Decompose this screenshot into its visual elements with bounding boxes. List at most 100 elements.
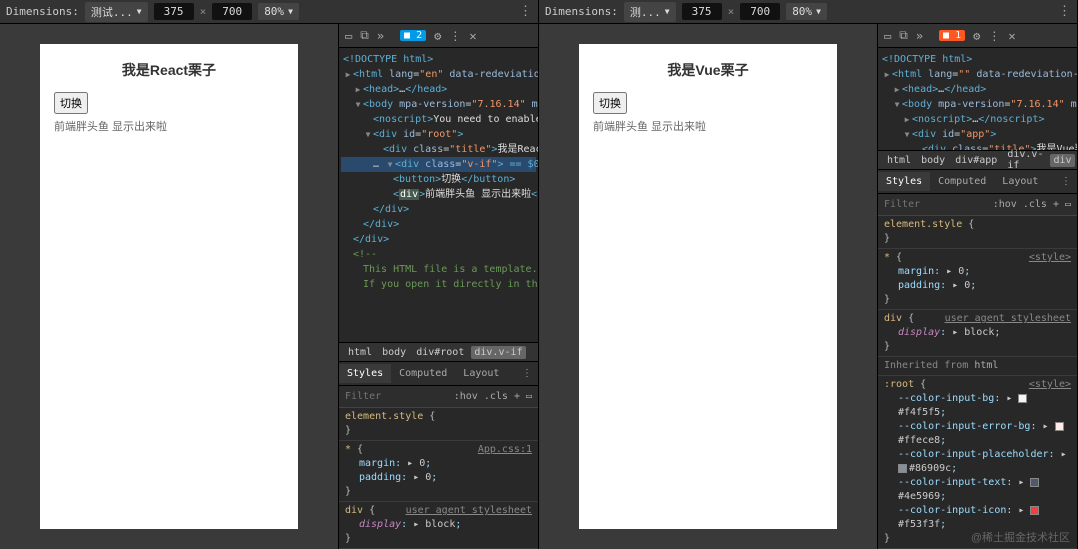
crumb[interactable]: div#app [952, 154, 1000, 167]
dom-line[interactable]: <!-- [341, 247, 536, 262]
dom-line[interactable]: ▼<div id="root"> [341, 127, 536, 142]
dom-line[interactable]: </div> [341, 232, 536, 247]
crumb[interactable]: div.v-if [1004, 148, 1046, 172]
crumb[interactable]: div.v-if [471, 346, 525, 359]
add-icon[interactable]: + [1053, 199, 1059, 210]
dom-line[interactable]: ▼<body mpa-version="7.16.14" mpa-extensi… [880, 97, 1075, 112]
dom-line[interactable]: <!DOCTYPE html> [341, 52, 536, 67]
hov-toggle[interactable]: :hov [993, 199, 1017, 210]
watermark: @稀土掘金技术社区 [971, 529, 1070, 545]
dom-line[interactable]: </div> [341, 217, 536, 232]
css-rule[interactable]: App.css:1* {margin: ▸ 0;padding: ▸ 0;} [339, 441, 538, 502]
crumb[interactable]: div#root [413, 346, 467, 359]
crumb[interactable]: body [379, 346, 409, 359]
issues-badge[interactable]: ■ 1 [939, 30, 965, 41]
page-text: 前端胖头鱼 显示出来啦 [54, 118, 284, 134]
more-icon[interactable]: » [377, 29, 384, 43]
styles-tabs: StylesComputedLayout ⋮ [878, 170, 1077, 194]
crumb[interactable]: body [918, 154, 948, 167]
cls-toggle[interactable]: .cls [484, 391, 508, 402]
issues-badge[interactable]: ■ 2 [400, 30, 426, 41]
more-icon[interactable]: ⋮ [1058, 4, 1071, 19]
more-icon[interactable]: ⋮ [988, 29, 1000, 43]
tab-computed[interactable]: Computed [391, 364, 455, 383]
more-icon[interactable]: ⋮ [1053, 172, 1077, 191]
css-rule[interactable]: <style>:root {--color-input-bg: ▸ #f4f5f… [878, 376, 1077, 549]
close-icon[interactable]: ✕ [1008, 29, 1015, 43]
dom-line[interactable]: … ▼<div class="v-if"> == $0 [341, 157, 536, 172]
dom-line[interactable]: <div>前端胖头鱼 显示出来啦</div> [341, 187, 536, 202]
more-icon[interactable]: » [916, 29, 923, 43]
height-input[interactable]: 700 [740, 3, 780, 20]
box-icon[interactable]: ▭ [1065, 199, 1071, 210]
styles-tabs: StylesComputedLayout ⋮ [339, 362, 538, 386]
breadcrumbs: html body div#root div.v-if [339, 342, 538, 362]
dom-line[interactable]: <noscript>You need to enable JavaScript … [341, 112, 536, 127]
device-dropdown[interactable]: 测... ▼ [624, 2, 676, 22]
crumb[interactable]: div [1050, 154, 1074, 167]
gear-icon[interactable]: ⚙ [973, 29, 980, 43]
zoom-dropdown[interactable]: 80% ▼ [786, 3, 827, 20]
dom-line[interactable]: If you open it directly in the browser, … [341, 277, 536, 292]
gear-icon[interactable]: ⚙ [434, 29, 441, 43]
filter-input[interactable] [345, 391, 395, 402]
device-toolbar: Dimensions:测... ▼375×70080% ▼⋮ [539, 0, 1077, 24]
tab-layout[interactable]: Layout [455, 364, 507, 383]
device-icon[interactable]: ⧉ [360, 28, 369, 43]
filter-bar: :hov .cls + ▭ [878, 194, 1077, 216]
add-icon[interactable]: + [514, 391, 520, 402]
device-dropdown[interactable]: 测试... ▼ [85, 2, 148, 22]
dom-line[interactable]: ▼<body mpa-version="7.16.14" mpa-extensi… [341, 97, 536, 112]
toggle-button[interactable]: 切换 [54, 92, 88, 114]
inspect-icon[interactable]: ▭ [884, 29, 891, 43]
css-rule[interactable]: element.style {} [878, 216, 1077, 249]
crumb[interactable]: html [345, 346, 375, 359]
page-title: 我是React栗子 [54, 60, 284, 80]
dom-line[interactable]: This HTML file is a template. [341, 262, 536, 277]
cls-toggle[interactable]: .cls [1023, 199, 1047, 210]
inspect-icon[interactable]: ▭ [345, 29, 352, 43]
dim-label: Dimensions: [6, 5, 79, 18]
dom-line[interactable]: <!DOCTYPE html> [880, 52, 1075, 67]
tab-layout[interactable]: Layout [994, 172, 1046, 191]
filter-bar: :hov .cls + ▭ [339, 386, 538, 408]
close-icon[interactable]: ✕ [469, 29, 476, 43]
rendered-page: 我是Vue栗子切换前端胖头鱼 显示出来啦 [579, 44, 837, 529]
elements-panel[interactable]: <!DOCTYPE html>▶<html lang="en" data-red… [339, 48, 538, 342]
elements-panel[interactable]: <!DOCTYPE html>▶<html lang="" data-redev… [878, 48, 1077, 150]
dom-line[interactable]: </div> [341, 202, 536, 217]
tab-styles[interactable]: Styles [339, 364, 391, 383]
styles-panel[interactable]: element.style {}App.css:1* {margin: ▸ 0;… [339, 408, 538, 549]
rendered-page: 我是React栗子切换前端胖头鱼 显示出来啦 [40, 44, 298, 529]
box-icon[interactable]: ▭ [526, 391, 532, 402]
page-text: 前端胖头鱼 显示出来啦 [593, 118, 823, 134]
width-input[interactable]: 375 [154, 3, 194, 20]
css-rule[interactable]: <style>* {margin: ▸ 0;padding: ▸ 0;} [878, 249, 1077, 310]
dom-line[interactable]: <div class="title">我是React栗子</div> [341, 142, 536, 157]
styles-panel[interactable]: element.style {}<style>* {margin: ▸ 0;pa… [878, 216, 1077, 549]
toggle-button[interactable]: 切换 [593, 92, 627, 114]
dom-line[interactable]: ▶<head>…</head> [880, 82, 1075, 97]
more-icon[interactable]: ⋮ [519, 4, 532, 19]
tab-styles[interactable]: Styles [878, 172, 930, 191]
dom-line[interactable]: ▶<head>…</head> [341, 82, 536, 97]
css-rule[interactable]: user agent stylesheetdiv {display: ▸ blo… [878, 310, 1077, 357]
css-rule[interactable]: element.style {} [339, 408, 538, 441]
dom-line[interactable]: ▼<div id="app"> [880, 127, 1075, 142]
more-icon[interactable]: ⋮ [514, 364, 538, 383]
filter-input[interactable] [884, 199, 934, 210]
tab-computed[interactable]: Computed [930, 172, 994, 191]
dom-line[interactable]: ▶<html lang="" data-redeviation-bs-uid="… [880, 67, 1075, 82]
zoom-dropdown[interactable]: 80% ▼ [258, 3, 299, 20]
dom-line[interactable]: ▶<noscript>…</noscript> [880, 112, 1075, 127]
width-input[interactable]: 375 [682, 3, 722, 20]
device-toolbar: Dimensions:测试... ▼375×70080% ▼⋮ [0, 0, 538, 24]
more-icon[interactable]: ⋮ [449, 29, 461, 43]
css-rule[interactable]: user agent stylesheetdiv {display: ▸ blo… [339, 502, 538, 549]
hov-toggle[interactable]: :hov [454, 391, 478, 402]
crumb[interactable]: html [884, 154, 914, 167]
device-icon[interactable]: ⧉ [899, 28, 908, 43]
dom-line[interactable]: <button>切换</button> [341, 172, 536, 187]
height-input[interactable]: 700 [212, 3, 252, 20]
dom-line[interactable]: ▶<html lang="en" data-redeviation-bs-uid… [341, 67, 536, 82]
